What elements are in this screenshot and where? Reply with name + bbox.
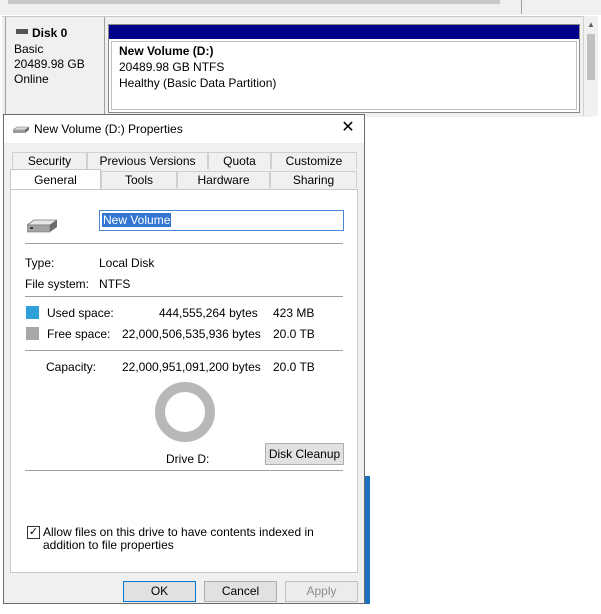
disk-icon — [16, 29, 28, 34]
title-bar[interactable]: New Volume (D:) Properties ✕ — [4, 115, 364, 143]
background-window-edge — [365, 476, 370, 604]
divider — [25, 243, 343, 244]
type-label: Type: — [25, 256, 55, 270]
free-space-bytes: 22,000,506,535,936 bytes — [122, 327, 261, 341]
capacity-label: Capacity: — [46, 360, 97, 374]
disk-row: Disk 0 Basic 20489.98 GB Online New Volu… — [2, 16, 592, 117]
tab-previous-versions[interactable]: Previous Versions — [87, 152, 208, 169]
vertical-scrollbar[interactable]: ▲ — [583, 16, 598, 116]
tab-hardware[interactable]: Hardware — [177, 171, 270, 188]
divider — [25, 296, 343, 297]
tab-customize[interactable]: Customize — [271, 152, 357, 169]
capacity-size: 20.0 TB — [273, 360, 315, 374]
disk-size: 20489.98 GB — [14, 57, 85, 71]
free-space-label: Free space: — [47, 327, 111, 341]
free-space-swatch — [26, 327, 39, 340]
apply-button[interactable]: Apply — [285, 581, 358, 602]
tab-quota[interactable]: Quota — [208, 152, 271, 169]
divider — [25, 470, 343, 471]
ok-button[interactable]: OK — [123, 581, 196, 602]
tab-general[interactable]: General — [10, 169, 101, 189]
disk-name: Disk 0 — [32, 26, 68, 40]
dialog-title: New Volume (D:) Properties — [34, 122, 183, 136]
used-space-label: Used space: — [47, 306, 114, 320]
partition-header-bar — [109, 25, 579, 39]
used-space-bytes: 444,555,264 bytes — [159, 306, 258, 320]
index-checkbox[interactable]: ✓ — [27, 526, 40, 539]
usage-pie-chart — [155, 382, 215, 442]
used-space-swatch — [26, 306, 39, 319]
general-panel: New Volume Type: Local Disk File system:… — [10, 189, 358, 573]
scroll-up-icon[interactable]: ▲ — [587, 20, 595, 29]
drive-icon — [13, 126, 29, 133]
tab-tools[interactable]: Tools — [101, 171, 177, 188]
tab-security[interactable]: Security — [12, 152, 87, 169]
tab-sharing[interactable]: Sharing — [270, 171, 357, 188]
column-divider — [521, 0, 522, 14]
close-icon[interactable]: ✕ — [335, 117, 361, 139]
free-space-size: 20.0 TB — [273, 327, 315, 341]
volume-name-text: New Volume — [102, 213, 172, 227]
type-value: Local Disk — [99, 256, 155, 270]
partition-info: New Volume (D:) 20489.98 GB NTFS Healthy… — [111, 41, 577, 110]
drive-label: Drive D: — [166, 452, 210, 466]
properties-dialog: New Volume (D:) Properties ✕ Security Pr… — [3, 114, 365, 604]
used-space-size: 423 MB — [273, 306, 315, 320]
disk-type: Basic — [14, 42, 44, 56]
drive-icon — [27, 219, 57, 233]
disk-label[interactable]: Disk 0 Basic 20489.98 GB Online — [5, 17, 105, 115]
disk-status: Online — [14, 72, 49, 86]
cancel-button[interactable]: Cancel — [204, 581, 277, 602]
scroll-thumb[interactable] — [587, 34, 595, 80]
file-system-value: NTFS — [99, 277, 131, 291]
divider — [25, 350, 343, 351]
partition-size: 20489.98 GB NTFS — [119, 60, 225, 74]
partition-name: New Volume (D:) — [119, 44, 214, 58]
index-checkbox-label[interactable]: Allow files on this drive to have conten… — [43, 526, 348, 552]
capacity-bytes: 22,000,951,091,200 bytes — [122, 360, 261, 374]
disk-cleanup-button[interactable]: Disk Cleanup — [265, 443, 344, 465]
horizontal-scrollbar[interactable] — [8, 0, 500, 4]
partition-health: Healthy (Basic Data Partition) — [119, 76, 277, 90]
file-system-label: File system: — [25, 277, 90, 291]
partition-block[interactable]: New Volume (D:) 20489.98 GB NTFS Healthy… — [108, 24, 580, 113]
volume-name-input[interactable]: New Volume — [99, 210, 344, 231]
